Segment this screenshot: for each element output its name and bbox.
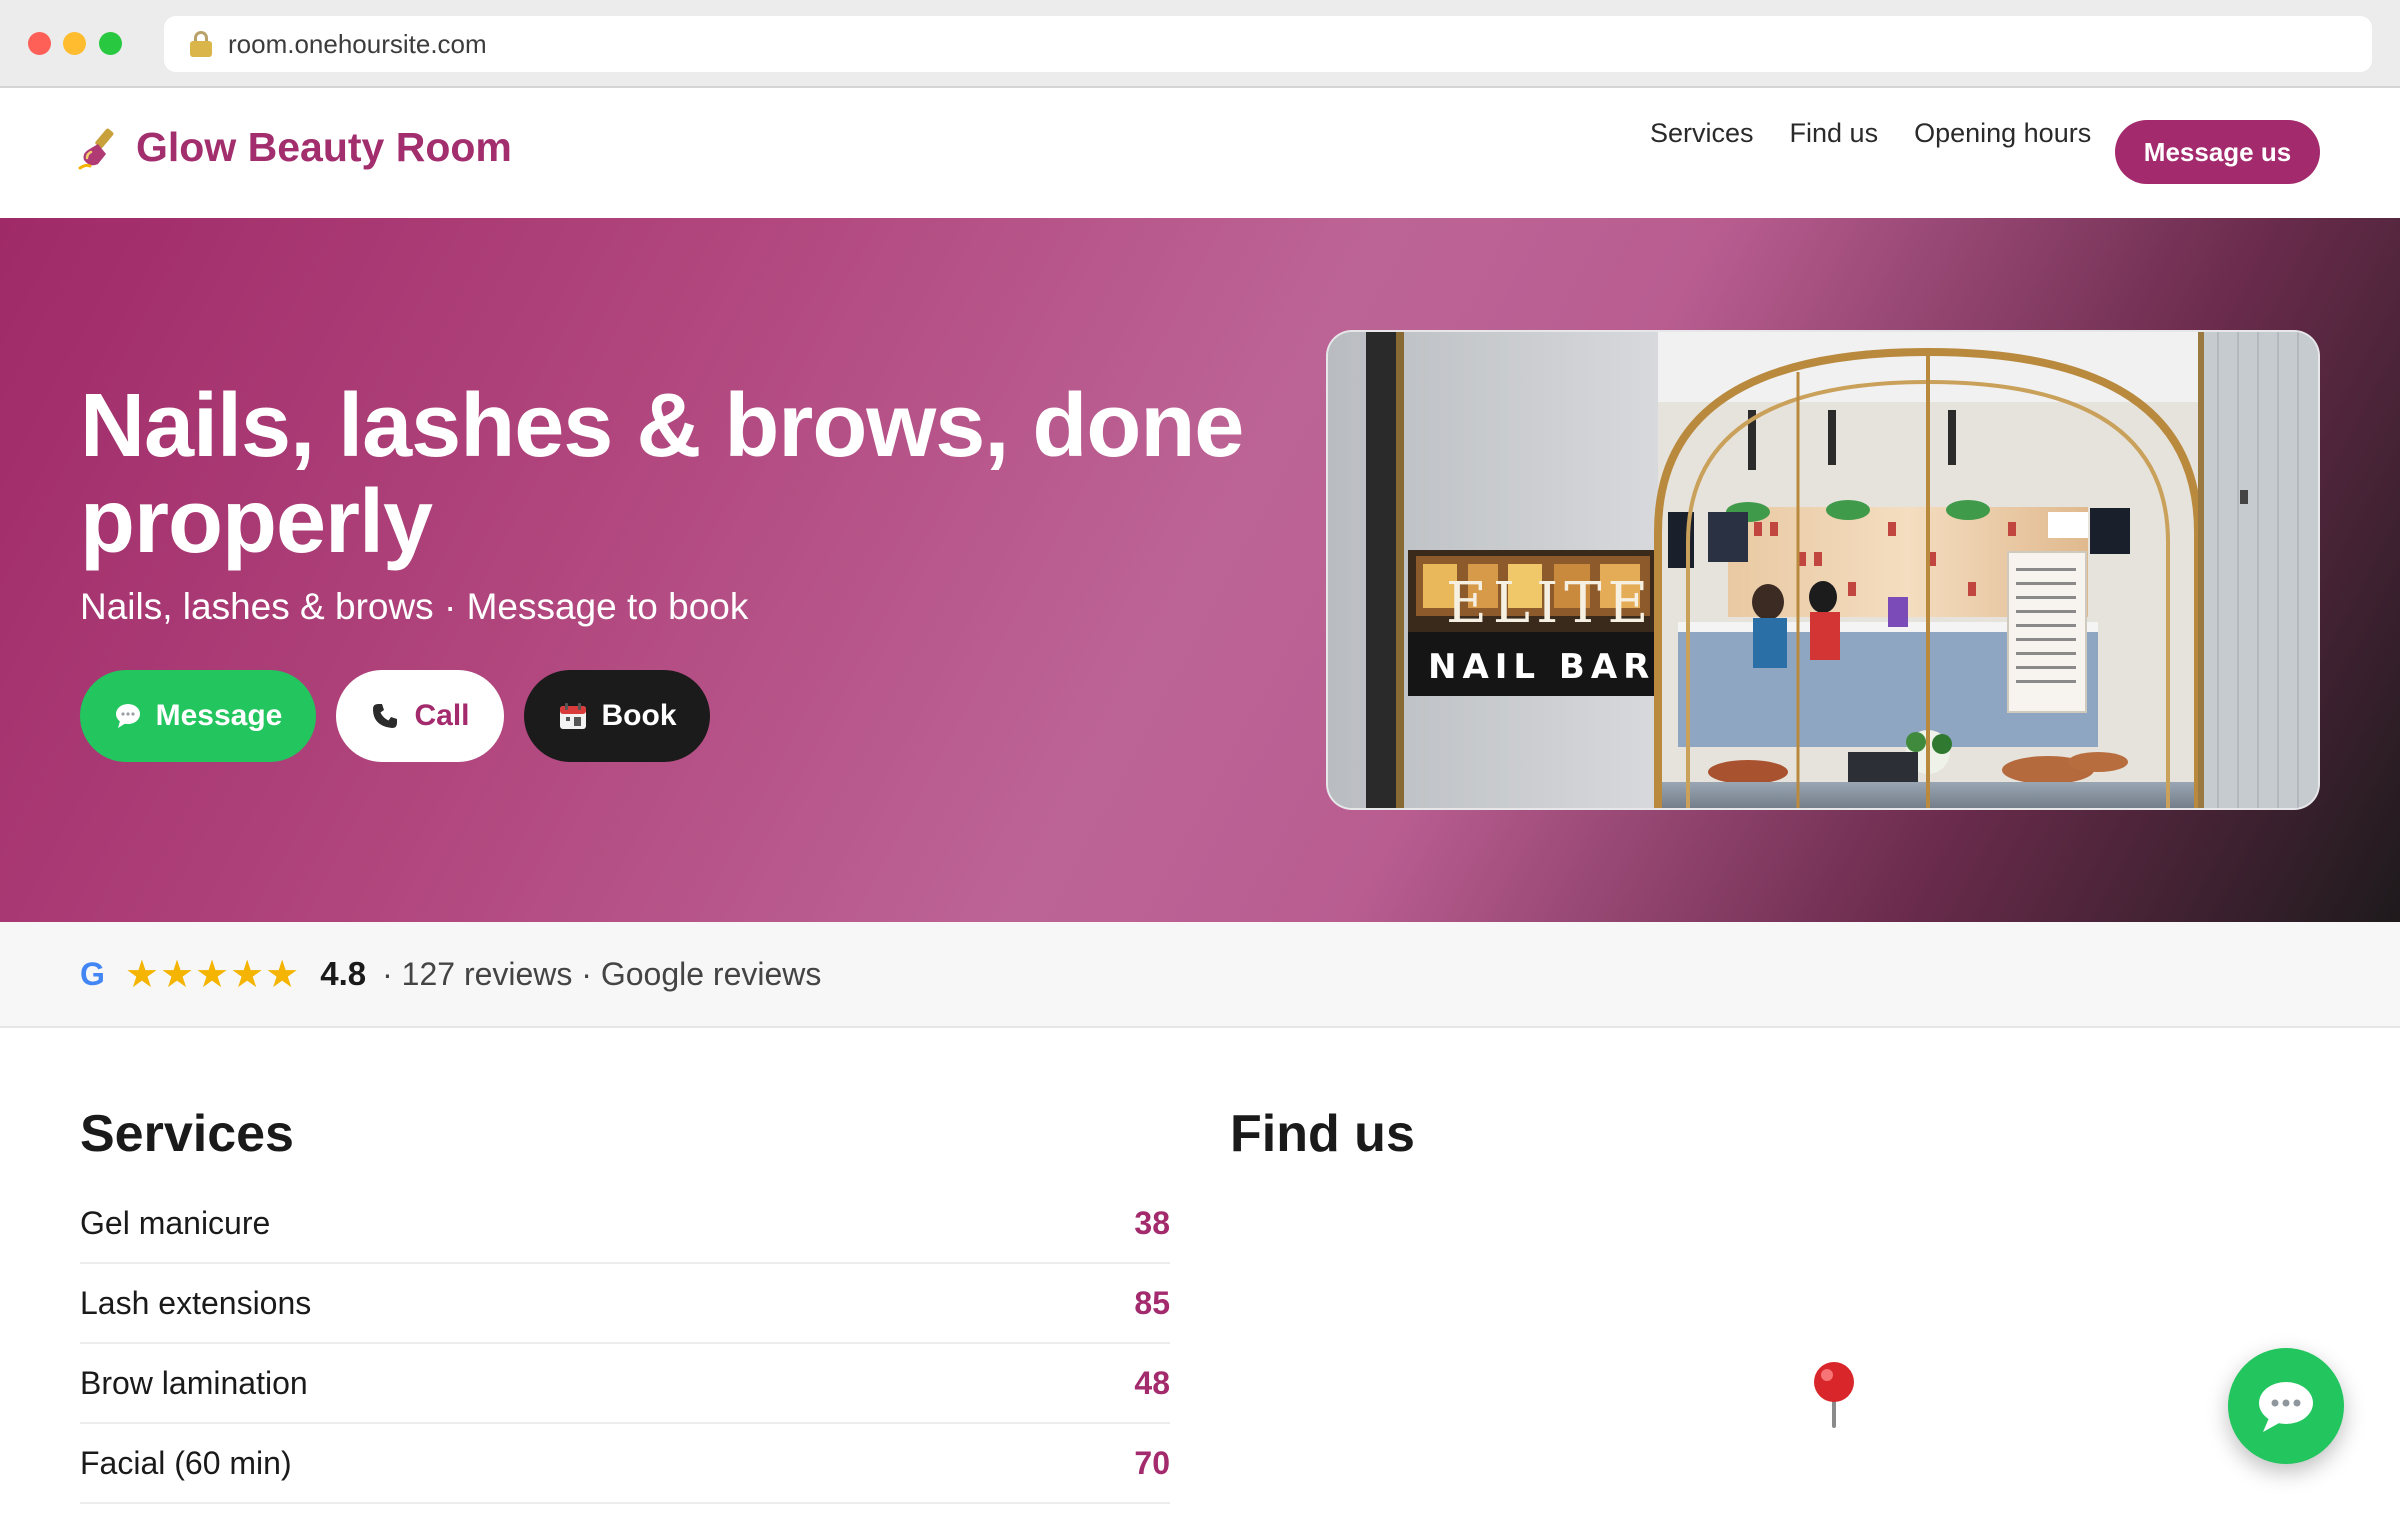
minimize-window-button[interactable]	[63, 32, 86, 55]
chat-bubble-icon	[2259, 1382, 2313, 1432]
nav-link-find-us[interactable]: Find us	[1790, 118, 1879, 149]
hero-subtitle: Nails, lashes & brows · Message to book	[80, 586, 749, 627]
hero-actions: Message Call Book	[80, 670, 730, 762]
main-nav: Services Find us Opening hours	[1650, 118, 2127, 149]
service-name: Lash extensions	[80, 1284, 312, 1321]
message-button-label: Message	[155, 699, 283, 732]
find-us-section: Find us	[1230, 1104, 2320, 1164]
close-window-button[interactable]	[28, 32, 51, 55]
message-us-button[interactable]: Message us	[2115, 120, 2320, 184]
photo-sign-nail-bar: NAIL BAR	[1428, 647, 1655, 687]
calendar-icon	[559, 703, 586, 729]
nav-link-opening-hours[interactable]: Opening hours	[1914, 118, 2091, 149]
services-title: Services	[80, 1105, 294, 1163]
salon-photo: ELITE NAIL BAR	[1326, 330, 2320, 810]
service-name: Facial (60 min)	[80, 1444, 292, 1481]
review-count: · 127 reviews · Google reviews	[382, 955, 822, 992]
photo-sign-elite: ELITE	[1446, 571, 1654, 636]
book-button[interactable]: Book	[524, 670, 710, 762]
service-price: 85	[1134, 1284, 1170, 1321]
book-button-label: Book	[601, 699, 677, 732]
service-price: 70	[1134, 1444, 1170, 1481]
phone-icon	[373, 704, 398, 728]
google-icon: G	[80, 955, 105, 992]
find-us-title: Find us	[1230, 1105, 1415, 1163]
star-rating-icon: ★★★★★	[124, 953, 301, 996]
google-reviews-bar[interactable]: G ★★★★★ 4.8 · 127 reviews · Google revie…	[0, 922, 2400, 1028]
message-button[interactable]: Message	[80, 670, 316, 762]
chat-fab-button[interactable]	[2228, 1348, 2344, 1464]
hero-section: Nails, lashes & brows, done properly Nai…	[0, 218, 2400, 922]
browser-chrome: room.onehoursite.com	[0, 0, 2400, 88]
nail-polish-icon	[78, 128, 114, 169]
hero-title: Nails, lashes & brows, done properly	[80, 376, 1244, 572]
speech-bubble-icon	[115, 704, 140, 728]
address-bar[interactable]: room.onehoursite.com	[164, 16, 2372, 72]
service-name: Gel manicure	[80, 1204, 271, 1241]
nav-link-services[interactable]: Services	[1650, 118, 1754, 149]
services-section: Services Gel manicure 38 Lash extensions…	[80, 1104, 1170, 1504]
brand-logo-link[interactable]: Glow Beauty Room	[78, 124, 512, 171]
service-price: 48	[1134, 1364, 1170, 1401]
service-row: Brow lamination 48	[80, 1344, 1170, 1424]
map-pin-icon[interactable]	[1808, 1360, 1860, 1430]
lock-icon	[190, 31, 212, 57]
service-row: Lash extensions 85	[80, 1264, 1170, 1344]
salon-interior-illustration: ELITE NAIL BAR	[1328, 332, 2318, 808]
service-row: Gel manicure 38	[80, 1184, 1170, 1264]
site-header: Glow Beauty Room Services Find us Openin…	[0, 88, 2400, 218]
service-name: Brow lamination	[80, 1364, 308, 1401]
url-text: room.onehoursite.com	[228, 28, 487, 59]
call-button-label: Call	[414, 699, 470, 732]
rating-value: 4.8	[320, 955, 367, 992]
service-price: 38	[1134, 1204, 1170, 1241]
brand-name: Glow Beauty Room	[136, 124, 512, 170]
service-row: Facial (60 min) 70	[80, 1424, 1170, 1504]
services-list: Gel manicure 38 Lash extensions 85 Brow …	[80, 1184, 1170, 1504]
maximize-window-button[interactable]	[99, 32, 122, 55]
call-button[interactable]: Call	[336, 670, 504, 762]
